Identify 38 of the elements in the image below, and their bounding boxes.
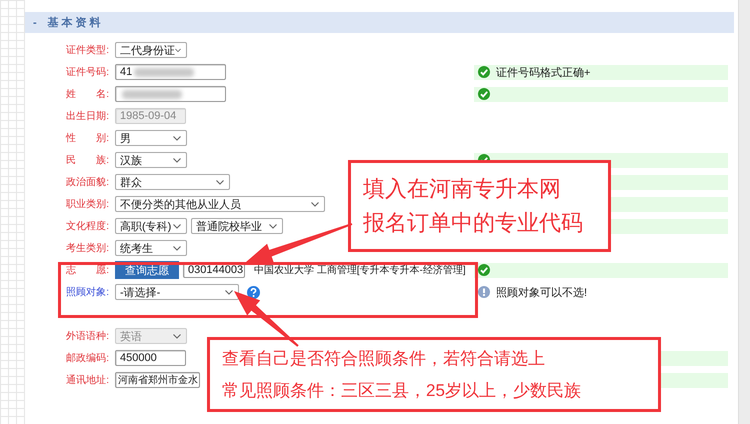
field-label: 通讯地址:	[66, 374, 110, 387]
field-label: 邮政编码:	[66, 352, 110, 365]
dropdown[interactable]: -请选择-	[115, 284, 239, 300]
dropdown[interactable]: 不便分类的其他从业人员	[115, 196, 325, 212]
annotation-text: 查看自己是否符合照顾条件，若符合请选上	[222, 348, 545, 370]
dropdown[interactable]: 男	[115, 130, 187, 146]
dropdown[interactable]: 汉族	[115, 152, 187, 168]
dropdown[interactable]: 高职(专科)	[115, 218, 187, 234]
annotation-text: 填入在河南专升本网	[363, 175, 561, 203]
dropdown[interactable]: 群众	[115, 174, 230, 190]
dropdown[interactable]: 二代身份证	[115, 42, 187, 58]
field-label: 职业类别:	[66, 198, 110, 211]
dropdown: 英语	[115, 328, 187, 344]
field-label: 政治面貌:	[66, 176, 110, 189]
input-field[interactable]: 450000	[115, 350, 186, 366]
validation-text: 证件号码格式正确+	[496, 66, 590, 80]
annotation-text: 报名订单中的专业代码	[363, 209, 583, 237]
input-field[interactable]: 河南省郑州市金水	[115, 372, 200, 388]
field-label: 民 族:	[66, 154, 110, 167]
field-label: 出生日期:	[66, 110, 110, 123]
major-text: 中国农业大学 工商管理[专升本专升本-经济管理]	[254, 264, 466, 277]
dropdown[interactable]: 普通院校毕业	[191, 218, 283, 234]
field-label: 志 愿:	[66, 264, 110, 277]
input-field[interactable]: 41	[115, 64, 226, 80]
field-label: 证件类型:	[66, 44, 110, 57]
hint-text: 照顾对象可以不选!	[496, 286, 588, 300]
field-label: 考生类别:	[66, 242, 110, 255]
dropdown[interactable]: 统考生	[115, 240, 187, 256]
field-label: 文化程度:	[66, 220, 110, 233]
field-label: 外语语种:	[66, 330, 110, 343]
collapse-toggle[interactable]: -	[33, 16, 40, 28]
annotation-text: 常见照顾条件：三区三县，25岁以上，少数民族	[222, 380, 581, 402]
input-field: 1985-09-04	[115, 108, 186, 124]
field-label: 证件号码:	[66, 66, 110, 79]
section-title: 基本资料	[48, 16, 104, 30]
field-label: 姓 名:	[66, 88, 110, 101]
field-label: 照顾对象:	[66, 286, 110, 299]
field-label: 性 别:	[66, 132, 110, 145]
